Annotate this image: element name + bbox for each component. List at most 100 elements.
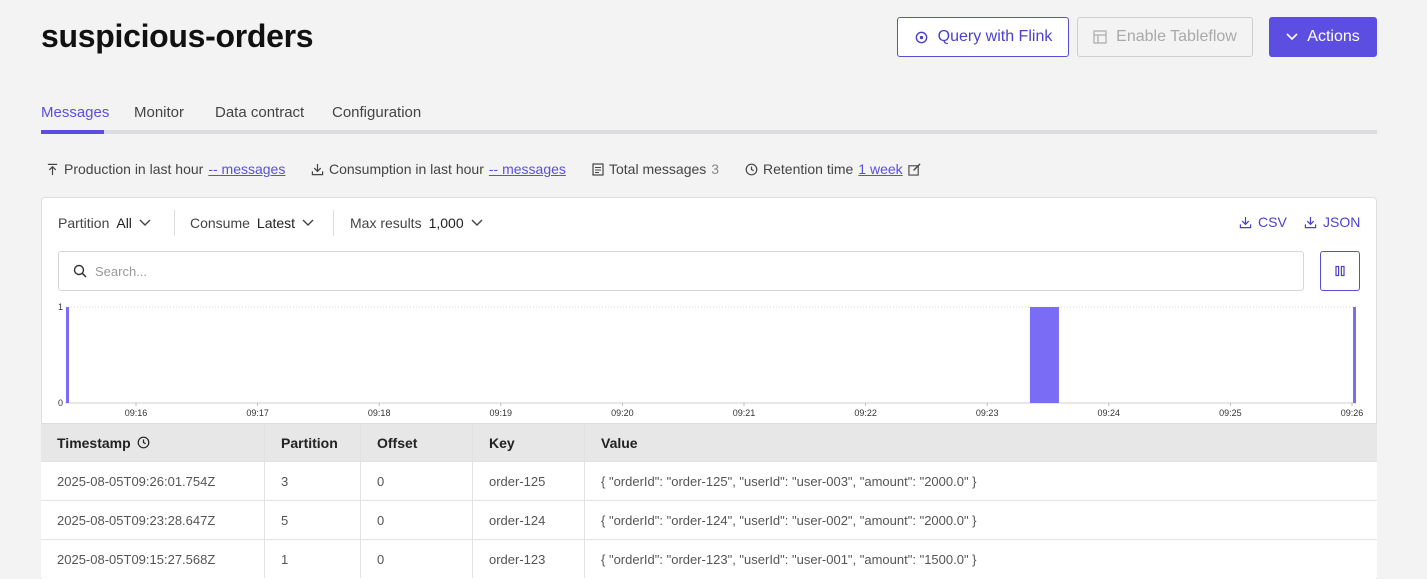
partition-filter[interactable]: Partition All — [58, 215, 151, 231]
chart-x-tick-label: 09:22 — [854, 408, 877, 418]
query-with-flink-button[interactable]: Query with Flink — [897, 17, 1069, 57]
pause-icon — [1335, 265, 1345, 277]
table-row[interactable]: 2025-08-05T09:26:01.754Z 3 0 order-125 {… — [41, 461, 1377, 500]
column-header-offset: Offset — [361, 424, 473, 461]
download-json-button[interactable]: JSON — [1304, 214, 1360, 230]
production-stat: Production in last hour -- messages — [46, 161, 285, 177]
offset-cell: 0 — [361, 540, 473, 578]
offset-cell: 0 — [361, 501, 473, 539]
download-csv-button[interactable]: CSV — [1239, 214, 1287, 230]
chart-y-tick-label: 1 — [58, 302, 63, 312]
consumption-label: Consumption in last hour — [329, 161, 484, 177]
retention-label: Retention time — [763, 161, 854, 177]
tab-bar: Messages Monitor Data contract Configura… — [41, 104, 1377, 134]
consume-filter-value: Latest — [256, 215, 296, 231]
value-cell: { "orderId": "order-124", "userId": "use… — [601, 512, 977, 528]
max-results-label: Max results — [350, 215, 422, 231]
consumption-value-link[interactable]: -- messages — [489, 161, 566, 177]
max-results-value: 1,000 — [428, 215, 464, 231]
column-header-timestamp[interactable]: Timestamp — [41, 424, 265, 461]
timestamp-cell: 2025-08-05T09:23:28.647Z — [41, 501, 265, 539]
chart-x-tick-label: 09:24 — [1098, 408, 1121, 418]
consume-filter[interactable]: Consume Latest — [190, 215, 314, 231]
chart-x-tick-label: 09:18 — [368, 408, 391, 418]
clock-icon — [745, 163, 758, 175]
chart-x-tick-label: 09:26 — [1341, 408, 1364, 418]
production-label: Production in last hour — [64, 161, 204, 177]
chart-x-tick-label: 09:17 — [246, 408, 269, 418]
messages-histogram-chart: 0 1 09:16 09:17 09:18 09:19 09:20 09:21 09:22 09:… — [58, 302, 1364, 418]
search-icon — [73, 264, 87, 278]
value-cell: { "orderId": "order-123", "userId": "use… — [601, 551, 977, 567]
partition-filter-label: Partition — [58, 215, 110, 231]
chart-bar — [1353, 307, 1356, 403]
chart-x-tick-label: 09:16 — [125, 408, 148, 418]
tab-messages[interactable]: Messages — [41, 104, 109, 121]
consume-filter-label: Consume — [190, 215, 250, 231]
table-header: Timestamp Partition Offset Key Value — [41, 423, 1377, 461]
clock-icon — [137, 436, 150, 449]
table-row[interactable]: 2025-08-05T09:15:27.568Z 1 0 order-123 {… — [41, 539, 1377, 578]
total-messages-value: 3 — [711, 161, 720, 177]
chart-bar — [66, 307, 69, 403]
download-icon — [1239, 216, 1252, 228]
download-icon — [311, 163, 324, 175]
filter-divider — [174, 210, 175, 236]
total-messages-stat: Total messages 3 — [592, 161, 719, 177]
retention-stat: Retention time 1 week — [745, 161, 921, 177]
search-input[interactable] — [95, 263, 1245, 279]
timestamp-cell: 2025-08-05T09:15:27.568Z — [41, 540, 265, 578]
tab-monitor[interactable]: Monitor — [134, 104, 184, 121]
flink-icon — [915, 31, 927, 43]
download-icon — [1304, 216, 1317, 228]
partition-filter-value: All — [116, 215, 132, 231]
column-header-value: Value — [601, 434, 638, 451]
messages-table: Timestamp Partition Offset Key Value 202… — [41, 423, 1377, 578]
download-json-label: JSON — [1323, 214, 1361, 230]
chevron-down-icon — [139, 219, 151, 226]
actions-button[interactable]: Actions — [1269, 17, 1377, 57]
chart-x-tick-label: 09:21 — [733, 408, 756, 418]
timestamp-cell: 2025-08-05T09:26:01.754Z — [41, 462, 265, 500]
chart-bar — [1029, 307, 1059, 403]
column-header-key: Key — [473, 424, 585, 461]
chart-x-tick-label: 09:23 — [976, 408, 999, 418]
chevron-down-icon — [302, 219, 314, 226]
key-cell: order-123 — [473, 540, 585, 578]
total-messages-label: Total messages — [609, 161, 707, 177]
chart-x-tick-label: 09:20 — [611, 408, 634, 418]
active-tab-indicator — [41, 130, 104, 134]
partition-cell: 3 — [265, 462, 361, 500]
production-value-link[interactable]: -- messages — [208, 161, 285, 177]
table-row[interactable]: 2025-08-05T09:23:28.647Z 5 0 order-124 {… — [41, 500, 1377, 539]
pause-button[interactable] — [1320, 251, 1360, 291]
chart-x-tick-label: 09:25 — [1219, 408, 1242, 418]
partition-cell: 5 — [265, 501, 361, 539]
chart-y-tick-label: 0 — [58, 398, 63, 408]
document-icon — [592, 162, 604, 176]
consumption-stat: Consumption in last hour -- messages — [311, 161, 566, 177]
chevron-down-icon — [471, 219, 483, 226]
enable-tableflow-button[interactable]: Enable Tableflow — [1077, 17, 1253, 57]
edit-icon[interactable] — [908, 162, 921, 176]
chart-x-tick-label: 09:19 — [490, 408, 513, 418]
enable-tableflow-label: Enable Tableflow — [1116, 28, 1237, 45]
chevron-down-icon — [1286, 33, 1298, 41]
table-icon — [1093, 30, 1107, 44]
key-cell: order-124 — [473, 501, 585, 539]
filter-divider — [333, 210, 334, 236]
query-with-flink-label: Query with Flink — [937, 28, 1053, 45]
search-box — [58, 251, 1304, 291]
max-results-filter[interactable]: Max results 1,000 — [350, 215, 483, 231]
offset-cell: 0 — [361, 462, 473, 500]
tab-configuration[interactable]: Configuration — [332, 104, 421, 121]
key-cell: order-125 — [473, 462, 585, 500]
page-title: suspicious-orders — [41, 18, 314, 54]
column-header-partition: Partition — [265, 424, 361, 461]
retention-value-link[interactable]: 1 week — [858, 161, 902, 177]
actions-label: Actions — [1307, 28, 1360, 45]
download-csv-label: CSV — [1258, 214, 1287, 230]
upload-icon — [47, 163, 58, 175]
value-cell: { "orderId": "order-125", "userId": "use… — [601, 473, 977, 489]
tab-data-contract[interactable]: Data contract — [215, 104, 304, 121]
